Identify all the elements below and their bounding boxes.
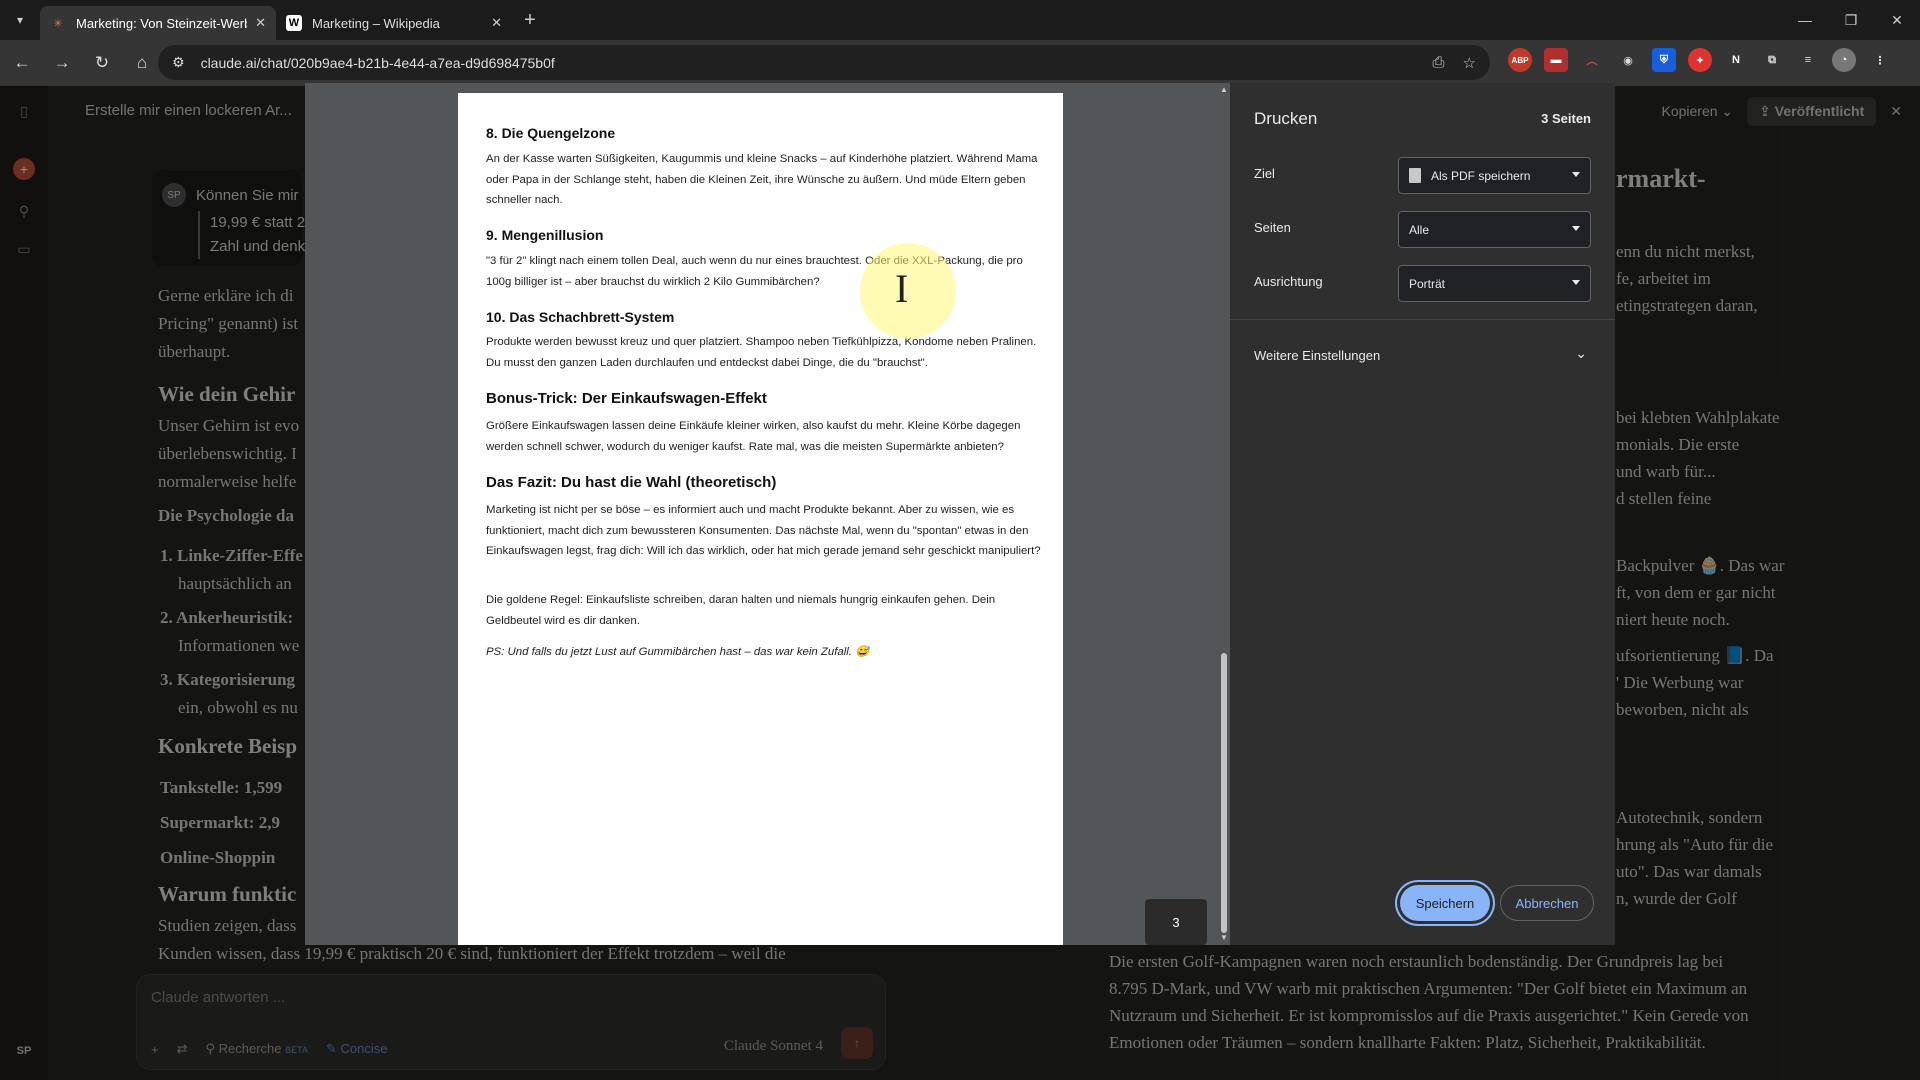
- new-tab-button[interactable]: +: [512, 9, 548, 32]
- preview-paragraph: "3 für 2" klingt nach einem tollen Deal,…: [486, 255, 1023, 288]
- preview-heading: Das Fazit: Du hast die Wahl (theoretisch…: [486, 474, 777, 491]
- tab-title: Marketing: Von Steinzeit-Werbung: [76, 15, 247, 31]
- install-app-icon[interactable]: ⎙: [1433, 54, 1445, 72]
- document-icon: [1409, 168, 1421, 183]
- orientation-value: Porträt: [1409, 276, 1446, 291]
- tab-wikipedia[interactable]: W Marketing – Wikipedia ✕: [276, 6, 512, 40]
- adblock-icon[interactable]: ABP: [1508, 48, 1532, 72]
- avatar[interactable]: ◔: [1832, 48, 1856, 72]
- print-settings: Drucken 3 Seiten Ziel Als PDF speichern …: [1230, 83, 1615, 945]
- preview-page: 8. Die Quengelzone An der Kasse warten S…: [458, 93, 1063, 945]
- dropdown-caret-icon: [1572, 280, 1580, 285]
- chevron-down-icon[interactable]: ⌄: [1575, 345, 1587, 362]
- pages-value: Alle: [1409, 222, 1430, 237]
- preview-heading: 9. Mengenillusion: [486, 227, 604, 243]
- bookmark-star-icon[interactable]: ☆: [1463, 54, 1476, 72]
- browser-toolbar: ← → ↻ ⌂ ⚙ claude.ai/chat/020b9ae4-b21b-4…: [0, 40, 1920, 86]
- page-count: 3 Seiten: [1541, 111, 1591, 126]
- tab-strip: ▾ ✳ Marketing: Von Steinzeit-Werbung ✕ W…: [0, 0, 1920, 40]
- pages-label: Seiten: [1254, 220, 1291, 235]
- preview-heading: 8. Die Quengelzone: [486, 125, 616, 141]
- bitwarden-icon[interactable]: ⛨: [1652, 48, 1676, 72]
- print-dialog: 8. Die Quengelzone An der Kasse warten S…: [305, 83, 1615, 945]
- scroll-down-icon[interactable]: ▼: [1220, 933, 1228, 942]
- url-text: claude.ai/chat/020b9ae4-b21b-4e44-a7ea-d…: [200, 54, 555, 71]
- tab-claude[interactable]: ✳ Marketing: Von Steinzeit-Werbung ✕: [40, 6, 276, 40]
- minimize-icon[interactable]: —: [1782, 0, 1828, 40]
- home-icon[interactable]: ⌂: [124, 45, 160, 81]
- preview-paragraph: Marketing ist nicht per se böse – es inf…: [486, 504, 1041, 557]
- preview-paragraph: Produkte werden bewusst kreuz und quer p…: [486, 336, 1037, 369]
- menu-icon[interactable]: ⋮: [1868, 48, 1892, 72]
- forward-icon[interactable]: →: [44, 45, 80, 81]
- preview-heading: 10. Das Schachbrett-System: [486, 309, 675, 325]
- save-button[interactable]: Speichern: [1400, 885, 1490, 921]
- claude-icon: ✳: [53, 17, 63, 30]
- address-bar[interactable]: ⚙ claude.ai/chat/020b9ae4-b21b-4e44-a7ea…: [158, 45, 1490, 80]
- reload-icon[interactable]: ↻: [84, 45, 120, 81]
- orientation-label: Ausrichtung: [1254, 274, 1323, 289]
- dropdown-caret-icon: [1572, 172, 1580, 177]
- destination-label: Ziel: [1254, 166, 1275, 181]
- orientation-select[interactable]: Porträt: [1398, 265, 1591, 302]
- tab-title: Marketing – Wikipedia: [312, 15, 440, 31]
- preview-paragraph: Größere Einkaufswagen lassen deine Einkä…: [486, 420, 1021, 453]
- puzzle-icon[interactable]: ⧉: [1760, 48, 1784, 72]
- tab-search-icon[interactable]: ▾: [0, 0, 40, 40]
- back-icon[interactable]: ←: [4, 45, 40, 81]
- more-settings-toggle[interactable]: Weitere Einstellungen: [1254, 348, 1380, 363]
- extension-icon[interactable]: ✦: [1688, 48, 1712, 72]
- preview-postscript: PS: Und falls du jetzt Lust auf Gummibär…: [486, 646, 870, 658]
- destination-value: Als PDF speichern: [1431, 168, 1531, 183]
- text-cursor-icon: I: [895, 266, 909, 311]
- dropdown-caret-icon: [1572, 226, 1580, 231]
- close-tab-icon[interactable]: ✕: [491, 15, 502, 31]
- close-window-icon[interactable]: ✕: [1874, 0, 1920, 40]
- wikipedia-icon: W: [286, 15, 302, 31]
- media-icon[interactable]: ≡: [1796, 48, 1820, 72]
- print-title: Drucken: [1254, 109, 1318, 128]
- window-controls: — ❐ ✕: [1782, 0, 1920, 40]
- site-info-icon[interactable]: ⚙: [172, 54, 185, 71]
- extensions-bar: ABP ▬ ︵ ◉ ⛨ ✦ N ⧉ ≡ ◔ ⋮: [1508, 48, 1892, 72]
- camera-icon[interactable]: ◉: [1616, 48, 1640, 72]
- pages-select[interactable]: Alle: [1398, 211, 1591, 248]
- preview-heading: Bonus-Trick: Der Einkaufswagen-Effekt: [486, 390, 767, 407]
- extension-icon[interactable]: ▬: [1544, 48, 1568, 72]
- destination-select[interactable]: Als PDF speichern: [1398, 157, 1591, 194]
- extension-icon[interactable]: ︵: [1580, 48, 1604, 72]
- print-preview: 8. Die Quengelzone An der Kasse warten S…: [305, 83, 1230, 945]
- scrollbar-thumb[interactable]: [1221, 653, 1227, 933]
- restore-icon[interactable]: ❐: [1828, 0, 1874, 40]
- page-number-badge: 3: [1145, 899, 1207, 945]
- preview-scrollbar[interactable]: ▲ ▼: [1218, 83, 1230, 945]
- notion-icon[interactable]: N: [1724, 48, 1748, 72]
- divider: [1230, 319, 1615, 320]
- preview-paragraph: Die goldene Regel: Einkaufsliste schreib…: [486, 594, 996, 627]
- scroll-up-icon[interactable]: ▲: [1220, 85, 1228, 94]
- cancel-button[interactable]: Abbrechen: [1500, 885, 1594, 921]
- preview-paragraph: An der Kasse warten Süßigkeiten, Kaugumm…: [486, 153, 1038, 206]
- close-tab-icon[interactable]: ✕: [255, 15, 266, 31]
